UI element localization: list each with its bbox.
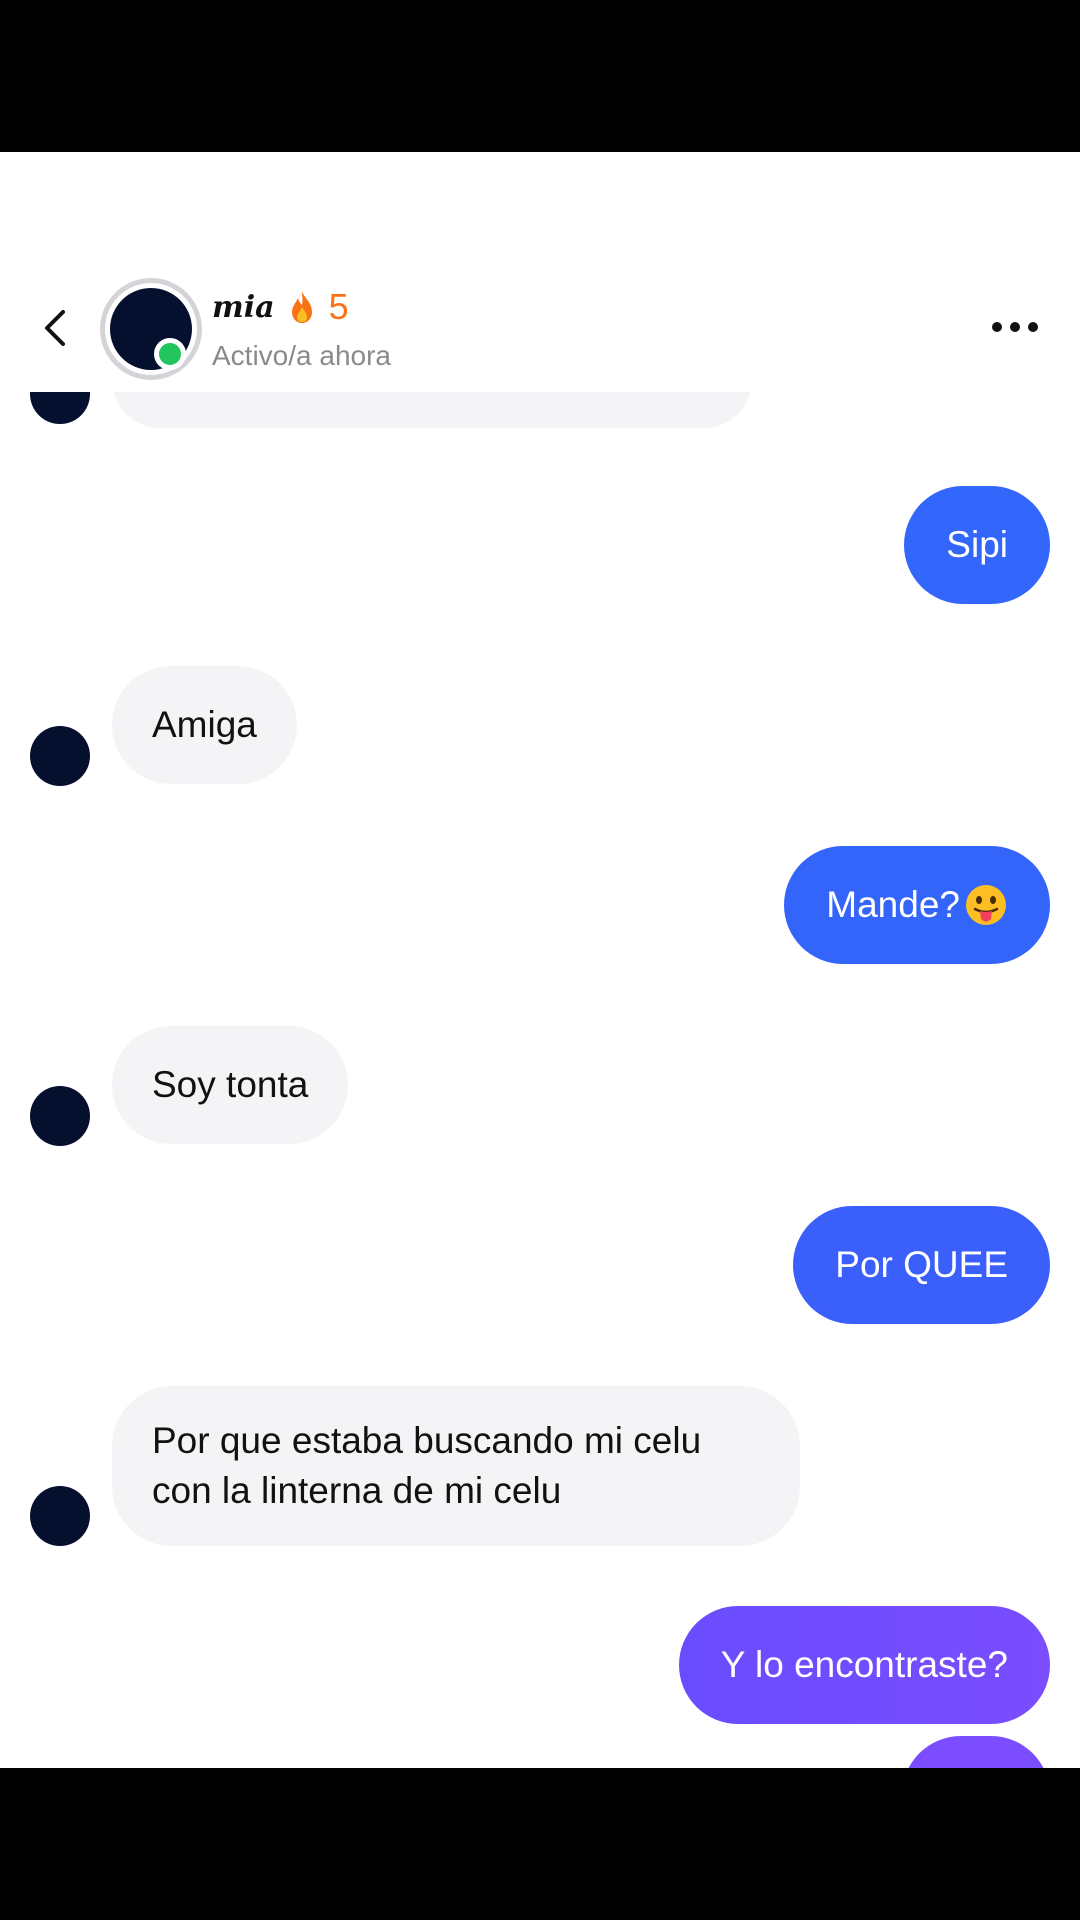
message-bubble-incoming[interactable]: Por que estaba buscando mi celu con la l…: [112, 1386, 800, 1546]
avatar: [30, 1086, 90, 1146]
presence-status: Activo/a ahora: [212, 340, 391, 371]
contact-name-row[interactable]: mia 5: [212, 282, 349, 332]
online-indicator: [154, 338, 186, 370]
message-bubble-outgoing[interactable]: [902, 1736, 1050, 1768]
chevron-left-icon[interactable]: [36, 308, 76, 348]
avatar: [30, 1486, 90, 1546]
contact-name: mia: [212, 289, 275, 325]
streak-count: 5: [328, 286, 349, 327]
tongue-out-face-icon: [966, 885, 1006, 925]
chat-header: mia 5 Activo/a ahora: [0, 268, 1080, 392]
message-bubble-incoming[interactable]: [112, 392, 752, 428]
message-bubble-outgoing[interactable]: Y lo encontraste?: [678, 1606, 1050, 1724]
flame-icon: [291, 291, 312, 323]
message-list[interactable]: Sipi Amiga Mande? Soy tonta Por QUEE Por…: [0, 392, 1080, 1768]
avatar: [30, 726, 90, 786]
contact-avatar[interactable]: [100, 278, 202, 380]
message-bubble-outgoing[interactable]: Sipi: [904, 486, 1050, 604]
message-bubble-outgoing[interactable]: Por QUEE: [793, 1206, 1050, 1324]
message-bubble-incoming[interactable]: Soy tonta: [112, 1026, 349, 1144]
message-bubble-incoming[interactable]: Amiga: [112, 666, 297, 784]
message-bubble-outgoing[interactable]: Mande?: [784, 846, 1050, 964]
more-horizontal-icon[interactable]: [992, 322, 1038, 332]
avatar: [30, 392, 90, 424]
chat-screen: mia 5 Activo/a ahora Sipi Amiga Mande? S…: [0, 152, 1080, 1768]
